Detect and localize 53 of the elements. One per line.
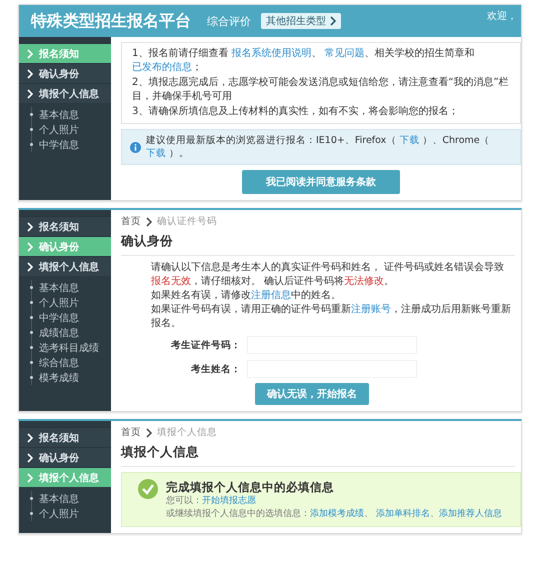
link[interactable]: 添加推荐人信息: [438, 508, 502, 519]
link[interactable]: 注册信息: [251, 290, 291, 301]
welcome-text: 欢迎，: [487, 10, 517, 23]
notice-text: 1、报名前请仔细查看 报名系统使用说明、 常见问题、相关学校的招生简章和 已发布的信息；: [132, 47, 476, 75]
page-heading: 填报个人信息: [121, 444, 515, 467]
breadcrumb-item[interactable]: 首页: [121, 215, 141, 228]
breadcrumb-item[interactable]: 首页: [121, 426, 141, 439]
sub-nav-item[interactable]: 个人照片: [30, 506, 111, 521]
sub-nav-item[interactable]: 基本信息: [30, 107, 111, 122]
nav-item[interactable]: 确认身份: [19, 63, 111, 83]
sub-nav-item[interactable]: 综合信息: [30, 355, 111, 370]
sub-nav-item[interactable]: 中学信息: [30, 137, 111, 152]
link[interactable]: 添加单科排名: [376, 508, 430, 519]
chevron-icon: [330, 16, 336, 26]
field-label: 考生证件号码：: [170, 338, 241, 352]
other-type-button[interactable]: 其他招生类型: [261, 13, 341, 29]
browser-tip: 建议使用最新版本的浏览器进行报名：IE10+、Firefox（ 下载 ）、Chrome（ 下载 ）。: [146, 134, 491, 160]
link[interactable]: 注册账号: [351, 304, 391, 315]
nav-item[interactable]: 填报个人信息: [19, 256, 111, 276]
instruction-text: 请确认以下信息是考生本人的真实证件号码和姓名， 证件号码或姓名错误会导致 报名无效，请仔细核对。 确认后证件号码将无法修改。: [151, 261, 506, 289]
nav-item[interactable]: 报名须知: [19, 427, 111, 447]
instruction-text: 如果姓名有误，请修改注册信息中的姓名。: [151, 289, 342, 303]
success-title: 完成填报个人信息中的必填信息: [166, 479, 335, 496]
sub-nav-item[interactable]: 中学信息: [30, 310, 111, 325]
site-title: 特殊类型招生报名平台: [31, 10, 191, 32]
link[interactable]: 报名系统使用说明: [232, 48, 312, 59]
field-label: 考生姓名：: [190, 362, 241, 376]
nav-item[interactable]: 报名须知: [19, 216, 111, 236]
sub-nav-item[interactable]: 选考科目成绩: [30, 340, 111, 355]
check-icon: [138, 479, 158, 499]
sub-nav-item[interactable]: 个人照片: [30, 122, 111, 137]
page-heading: 确认身份: [121, 233, 515, 256]
breadcrumb-item: 填报个人信息: [157, 426, 217, 439]
success-text: 或继续填报个人信息中的选填信息：添加模考成绩、 添加单科排名、添加推荐人信息: [166, 508, 502, 520]
link[interactable]: 开始填报志愿: [202, 496, 256, 506]
sub-nav-item[interactable]: 模考成绩: [30, 370, 111, 385]
sub-nav-item[interactable]: 个人照片: [30, 295, 111, 310]
sub-nav-item[interactable]: 基本信息: [30, 280, 111, 295]
sub-nav-item[interactable]: 基本信息: [30, 491, 111, 506]
breadcrumb-item: 确认证件号码: [157, 215, 217, 228]
notice-text: 3、请确保所填信息及上传材料的真实性，如有不实，将会影响您的报名；: [132, 105, 460, 119]
instruction-text: 如果证件号码有误，请用正确的证件号码重新注册账号，注册成功后用新账号重新报名。: [151, 303, 512, 331]
chevron-icon: [146, 216, 152, 226]
link[interactable]: 已发布的信息: [132, 62, 192, 73]
nav-item[interactable]: 填报个人信息: [19, 83, 111, 103]
info-icon: [130, 142, 141, 152]
sub-nav-item[interactable]: 成绩信息: [30, 325, 111, 340]
nav-item[interactable]: 确认身份: [19, 447, 111, 467]
notice-text: 2、填报志愿完成后，志愿学校可能会发送消息或短信给您，请注意查看“我的消息”栏目，并确保手机号可用: [132, 76, 510, 104]
chevron-icon: [146, 428, 152, 438]
success-text: 您可以：开始填报志愿: [166, 495, 257, 508]
link[interactable]: 常见问题: [324, 48, 365, 59]
category-label: 综合评价: [207, 14, 251, 28]
